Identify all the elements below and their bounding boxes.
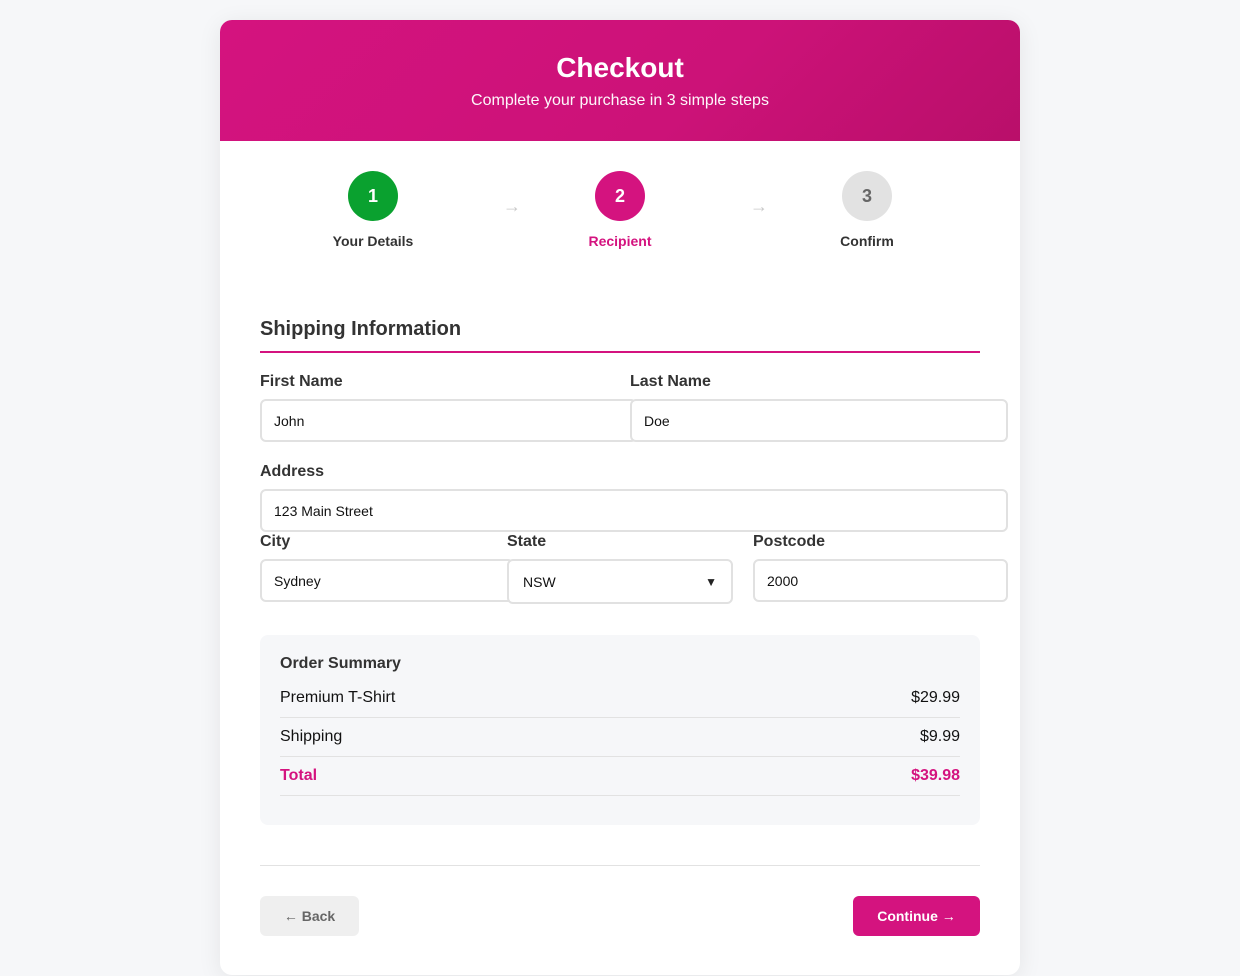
section-title: Shipping Information — [260, 318, 980, 353]
checkout-header: Checkout Complete your purchase in 3 sim… — [220, 20, 1020, 141]
step-number-1: 1 — [348, 171, 398, 221]
step-confirm[interactable]: 3 Confirm — [797, 171, 937, 249]
arrow-right-icon: → — [750, 196, 768, 216]
step-number-2: 2 — [595, 171, 645, 221]
state-label: State — [507, 533, 547, 550]
page-subtitle: Complete your purchase in 3 simple steps — [471, 92, 769, 109]
continue-button[interactable]: Continue → — [853, 896, 980, 936]
state-selected-value: NSW — [523, 573, 556, 590]
arrow-right-icon: → — [503, 196, 521, 216]
last-name-field[interactable] — [630, 399, 1008, 442]
first-name-field[interactable] — [260, 399, 637, 442]
page-title: Checkout — [556, 52, 684, 83]
actions-divider — [260, 865, 980, 866]
step-your-details[interactable]: 1 Your Details — [303, 171, 443, 249]
order-summary: Order Summary Premium T-Shirt $29.99 Shi… — [260, 635, 980, 825]
back-button[interactable]: ← Back — [260, 896, 359, 936]
step-label-1: Your Details — [332, 233, 414, 249]
summary-row-total: Total $39.98 — [280, 757, 960, 796]
checkout-card: Checkout Complete your purchase in 3 sim… — [220, 20, 1020, 975]
summary-item-label: Premium T-Shirt — [280, 689, 396, 706]
summary-shipping-amount: $9.99 — [919, 728, 960, 745]
step-recipient[interactable]: 2 Recipient — [550, 171, 690, 249]
step-label-2: Recipient — [588, 233, 652, 249]
summary-shipping-label: Shipping — [280, 728, 343, 745]
last-name-label: Last Name — [630, 373, 711, 390]
city-label: City — [260, 533, 291, 550]
summary-item-amount: $29.99 — [911, 689, 960, 706]
order-summary-title: Order Summary — [280, 655, 401, 672]
summary-total-label: Total — [280, 767, 318, 784]
city-field[interactable] — [260, 559, 514, 602]
summary-row-item: Premium T-Shirt $29.99 — [280, 679, 960, 718]
step-number-3: 3 — [842, 171, 892, 221]
state-select[interactable]: NSW ▼ — [507, 559, 733, 604]
first-name-label: First Name — [260, 373, 343, 390]
chevron-down-icon: ▼ — [705, 574, 717, 589]
summary-total-amount: $39.98 — [911, 767, 960, 784]
step-label-3: Confirm — [840, 233, 894, 249]
postcode-field[interactable] — [753, 559, 1008, 602]
stepper: 1 Your Details 2 Recipient 3 Confirm — [220, 171, 1020, 261]
address-field[interactable] — [260, 489, 1008, 532]
postcode-label: Postcode — [753, 533, 826, 550]
address-label: Address — [260, 463, 325, 480]
summary-row-shipping: Shipping $9.99 — [280, 718, 960, 757]
